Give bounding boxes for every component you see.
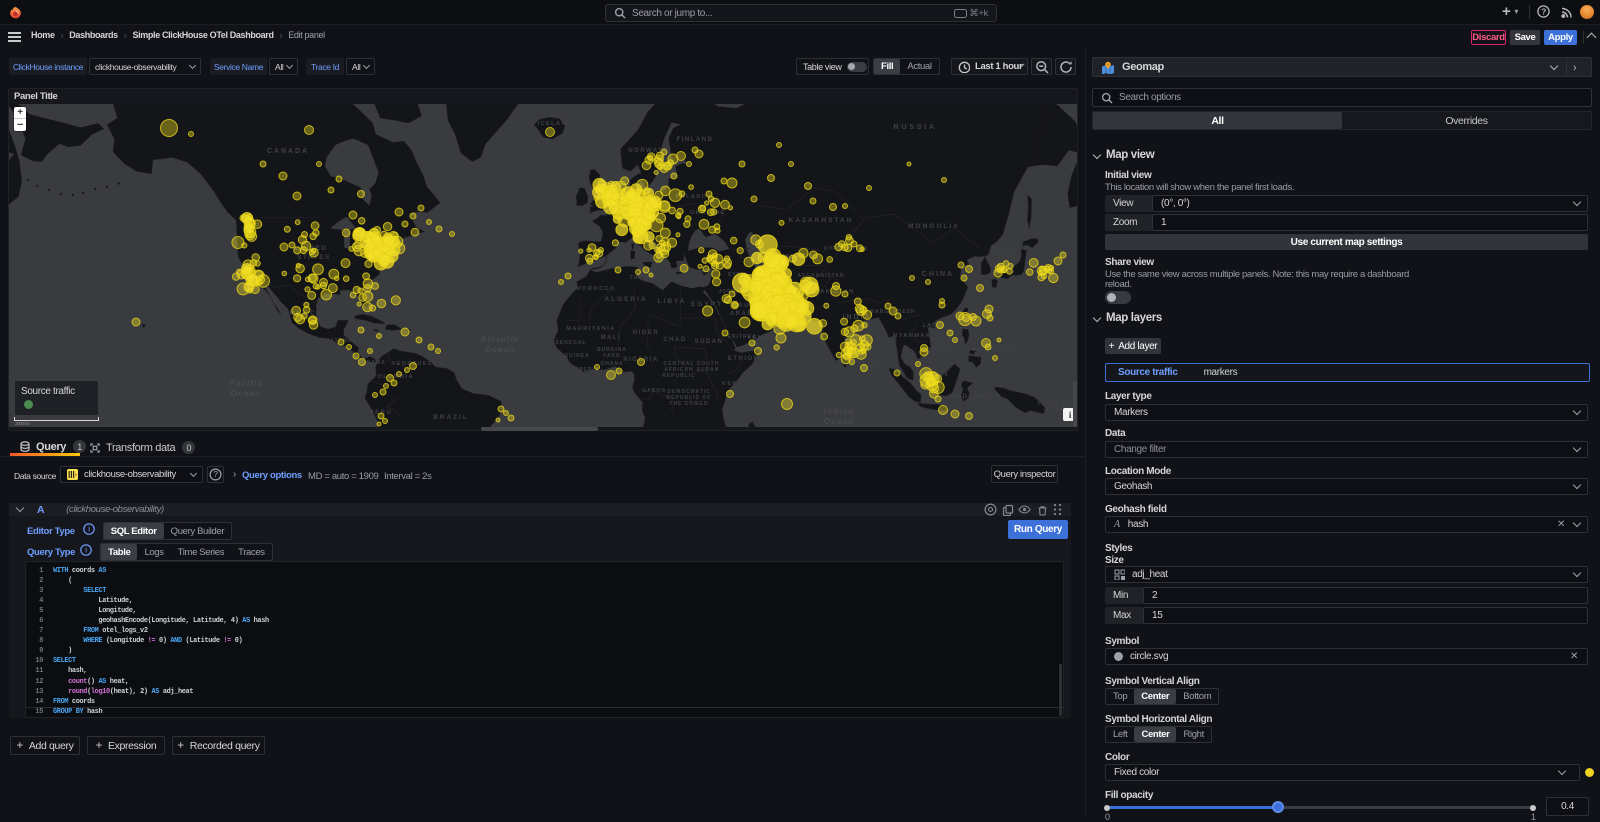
svg-text:LIBYA: LIBYA bbox=[658, 298, 687, 305]
svg-text:SUDAN: SUDAN bbox=[695, 339, 724, 345]
svg-text:GHANA: GHANA bbox=[600, 361, 623, 367]
svg-text:PHILIPPINES: PHILIPPINES bbox=[967, 347, 1018, 353]
svg-text:GABON: GABON bbox=[642, 388, 666, 394]
svg-text:ALGERIA: ALGERIA bbox=[604, 296, 647, 303]
svg-text:KENYA: KENYA bbox=[722, 381, 748, 387]
svg-text:CHAD: CHAD bbox=[663, 337, 686, 343]
svg-text:MOROCCO: MOROCCO bbox=[576, 286, 616, 292]
svg-text:REPUBLIC: REPUBLIC bbox=[662, 373, 696, 379]
svg-text:MAURITANIA: MAURITANIA bbox=[566, 326, 615, 332]
svg-text:CHINA: CHINA bbox=[922, 271, 954, 278]
svg-text:Indian: Indian bbox=[823, 406, 854, 416]
svg-text:NIGER: NIGER bbox=[633, 330, 660, 336]
svg-text:Ocean: Ocean bbox=[485, 344, 516, 354]
svg-text:MYANMAR: MYANMAR bbox=[893, 333, 932, 339]
svg-text:Ocean: Ocean bbox=[231, 388, 262, 398]
svg-text:INDONESIA: INDONESIA bbox=[954, 394, 1001, 400]
svg-text:ERITREA: ERITREA bbox=[728, 334, 757, 340]
svg-text:?: ? bbox=[1541, 7, 1546, 17]
svg-text:ETHIOPIA: ETHIOPIA bbox=[728, 356, 768, 362]
svg-text:Ocean: Ocean bbox=[824, 416, 855, 426]
svg-text:VIETNAM: VIETNAM bbox=[930, 337, 965, 343]
svg-text:i: i bbox=[88, 525, 90, 534]
svg-text:SENEGAL: SENEGAL bbox=[555, 340, 586, 346]
svg-text:i: i bbox=[85, 546, 87, 555]
svg-text:SUDAN: SUDAN bbox=[697, 367, 720, 373]
svg-text:ICELAND: ICELAND bbox=[538, 121, 573, 127]
svg-text:FASO: FASO bbox=[603, 353, 621, 359]
svg-text:KAZAKHSTAN: KAZAKHSTAN bbox=[789, 217, 854, 224]
svg-text:Pacific: Pacific bbox=[229, 378, 263, 388]
svg-text:FINLAND: FINLAND bbox=[677, 137, 714, 143]
svg-text:KOREA: KOREA bbox=[992, 253, 1015, 259]
svg-text:RUSSIA: RUSSIA bbox=[893, 122, 936, 131]
svg-text:CANADA: CANADA bbox=[267, 148, 309, 155]
svg-text:?: ? bbox=[213, 469, 218, 479]
svg-text:Atlantic: Atlantic bbox=[479, 334, 519, 344]
svg-text:BRAZIL: BRAZIL bbox=[433, 414, 469, 421]
svg-text:MALI: MALI bbox=[601, 335, 622, 341]
svg-text:THE CONGO: THE CONGO bbox=[669, 401, 708, 407]
svg-text:MONGOLIA: MONGOLIA bbox=[908, 223, 960, 230]
svg-text:GUINEA: GUINEA bbox=[564, 353, 589, 359]
